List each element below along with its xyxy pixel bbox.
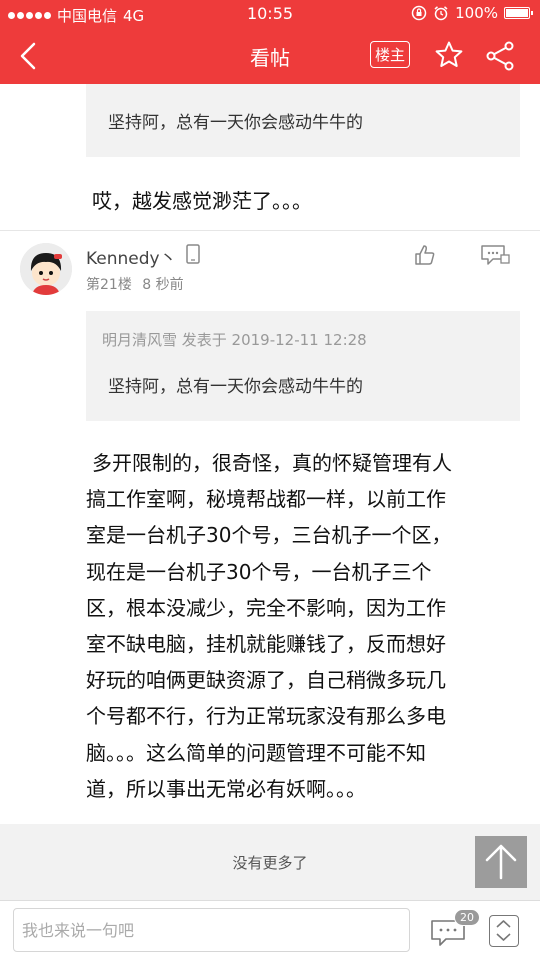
post-body-line: 搞工作室啊，秘境帮战都一样，以前工作 (86, 487, 446, 512)
thread-content: 坚持阿，总有一天你会感动牛牛的 哎，越发感觉渺茫了。。。 Kennedy丶 第2… (0, 84, 540, 824)
quote-block: 明月清风雪 发表于 2019-12-11 12:28 坚持阿，总有一天你会感动牛… (86, 311, 520, 421)
avatar[interactable] (20, 243, 72, 295)
mobile-device-icon (186, 244, 200, 264)
post-body-line: 室是一台机子30个号，三台机子一个区， (86, 523, 452, 548)
post-body-line: 好玩的咱俩更缺资源了，自己稍微多玩几 (86, 668, 446, 693)
arrow-up-icon (485, 844, 517, 880)
quote-text: 坚持阿，总有一天你会感动牛牛的 (108, 377, 363, 397)
username[interactable]: Kennedy丶 (86, 244, 177, 269)
thumbs-up-icon[interactable] (414, 244, 436, 266)
end-of-list: 没有更多了 (0, 824, 540, 900)
post-body-line: 多开限制的，很奇怪，真的怀疑管理有人 (92, 451, 452, 475)
scroll-to-top-button[interactable] (475, 836, 527, 888)
battery-icon (504, 7, 533, 19)
nav-bar: 看帖 楼主 (0, 28, 540, 84)
rotation-lock-icon (411, 5, 427, 21)
status-bar: 中国电信 4G 10:55 100% (0, 0, 540, 28)
comment-input[interactable] (13, 908, 410, 952)
floor-info: 第21楼 8 秒前 (86, 274, 184, 294)
quote-meta: 明月清风雪 发表于 2019-12-11 12:28 (102, 331, 367, 349)
post-time: 8 秒前 (142, 277, 184, 293)
post-body: 多开限制的，很奇怪，真的怀疑管理有人 搞工作室啊，秘境帮战都一样，以前工作 室是… (86, 445, 526, 807)
share-icon[interactable] (484, 40, 516, 72)
post-body-line: 区，根本没减少，完全不影响，因为工作 (86, 595, 446, 620)
post-body-line: 个号都不行，行为正常玩家没有那么多电 (86, 704, 446, 729)
post-body-line: 道，所以事出无常必有妖啊。。。 (86, 776, 366, 801)
no-more-text: 没有更多了 (232, 854, 308, 872)
author-only-button[interactable]: 楼主 (370, 41, 411, 68)
comment-icon[interactable] (480, 244, 510, 266)
floor-number: 第21楼 (86, 277, 132, 293)
comment-count-badge: 20 (454, 909, 480, 926)
post-body-line: 现在是一台机子30个号，一台机子三个 (86, 559, 432, 584)
bottom-bar: 20 (0, 900, 540, 960)
post-body-line: 室不缺电脑，挂机就能赚钱了，反而想好 (86, 632, 446, 657)
divider (0, 230, 540, 231)
quote-block: 坚持阿，总有一天你会感动牛牛的 (86, 84, 520, 157)
reply-text: 哎，越发感觉渺茫了。。。 (92, 189, 312, 213)
battery-percent: 100% (455, 4, 498, 22)
alarm-icon (434, 6, 448, 21)
post-body-line: 脑。。。这么简单的问题管理不可能不知 (86, 740, 426, 765)
star-icon[interactable] (434, 40, 464, 70)
quote-text: 坚持阿，总有一天你会感动牛牛的 (108, 113, 363, 133)
up-down-icon (496, 920, 511, 941)
floor-jump-button[interactable] (489, 915, 519, 947)
